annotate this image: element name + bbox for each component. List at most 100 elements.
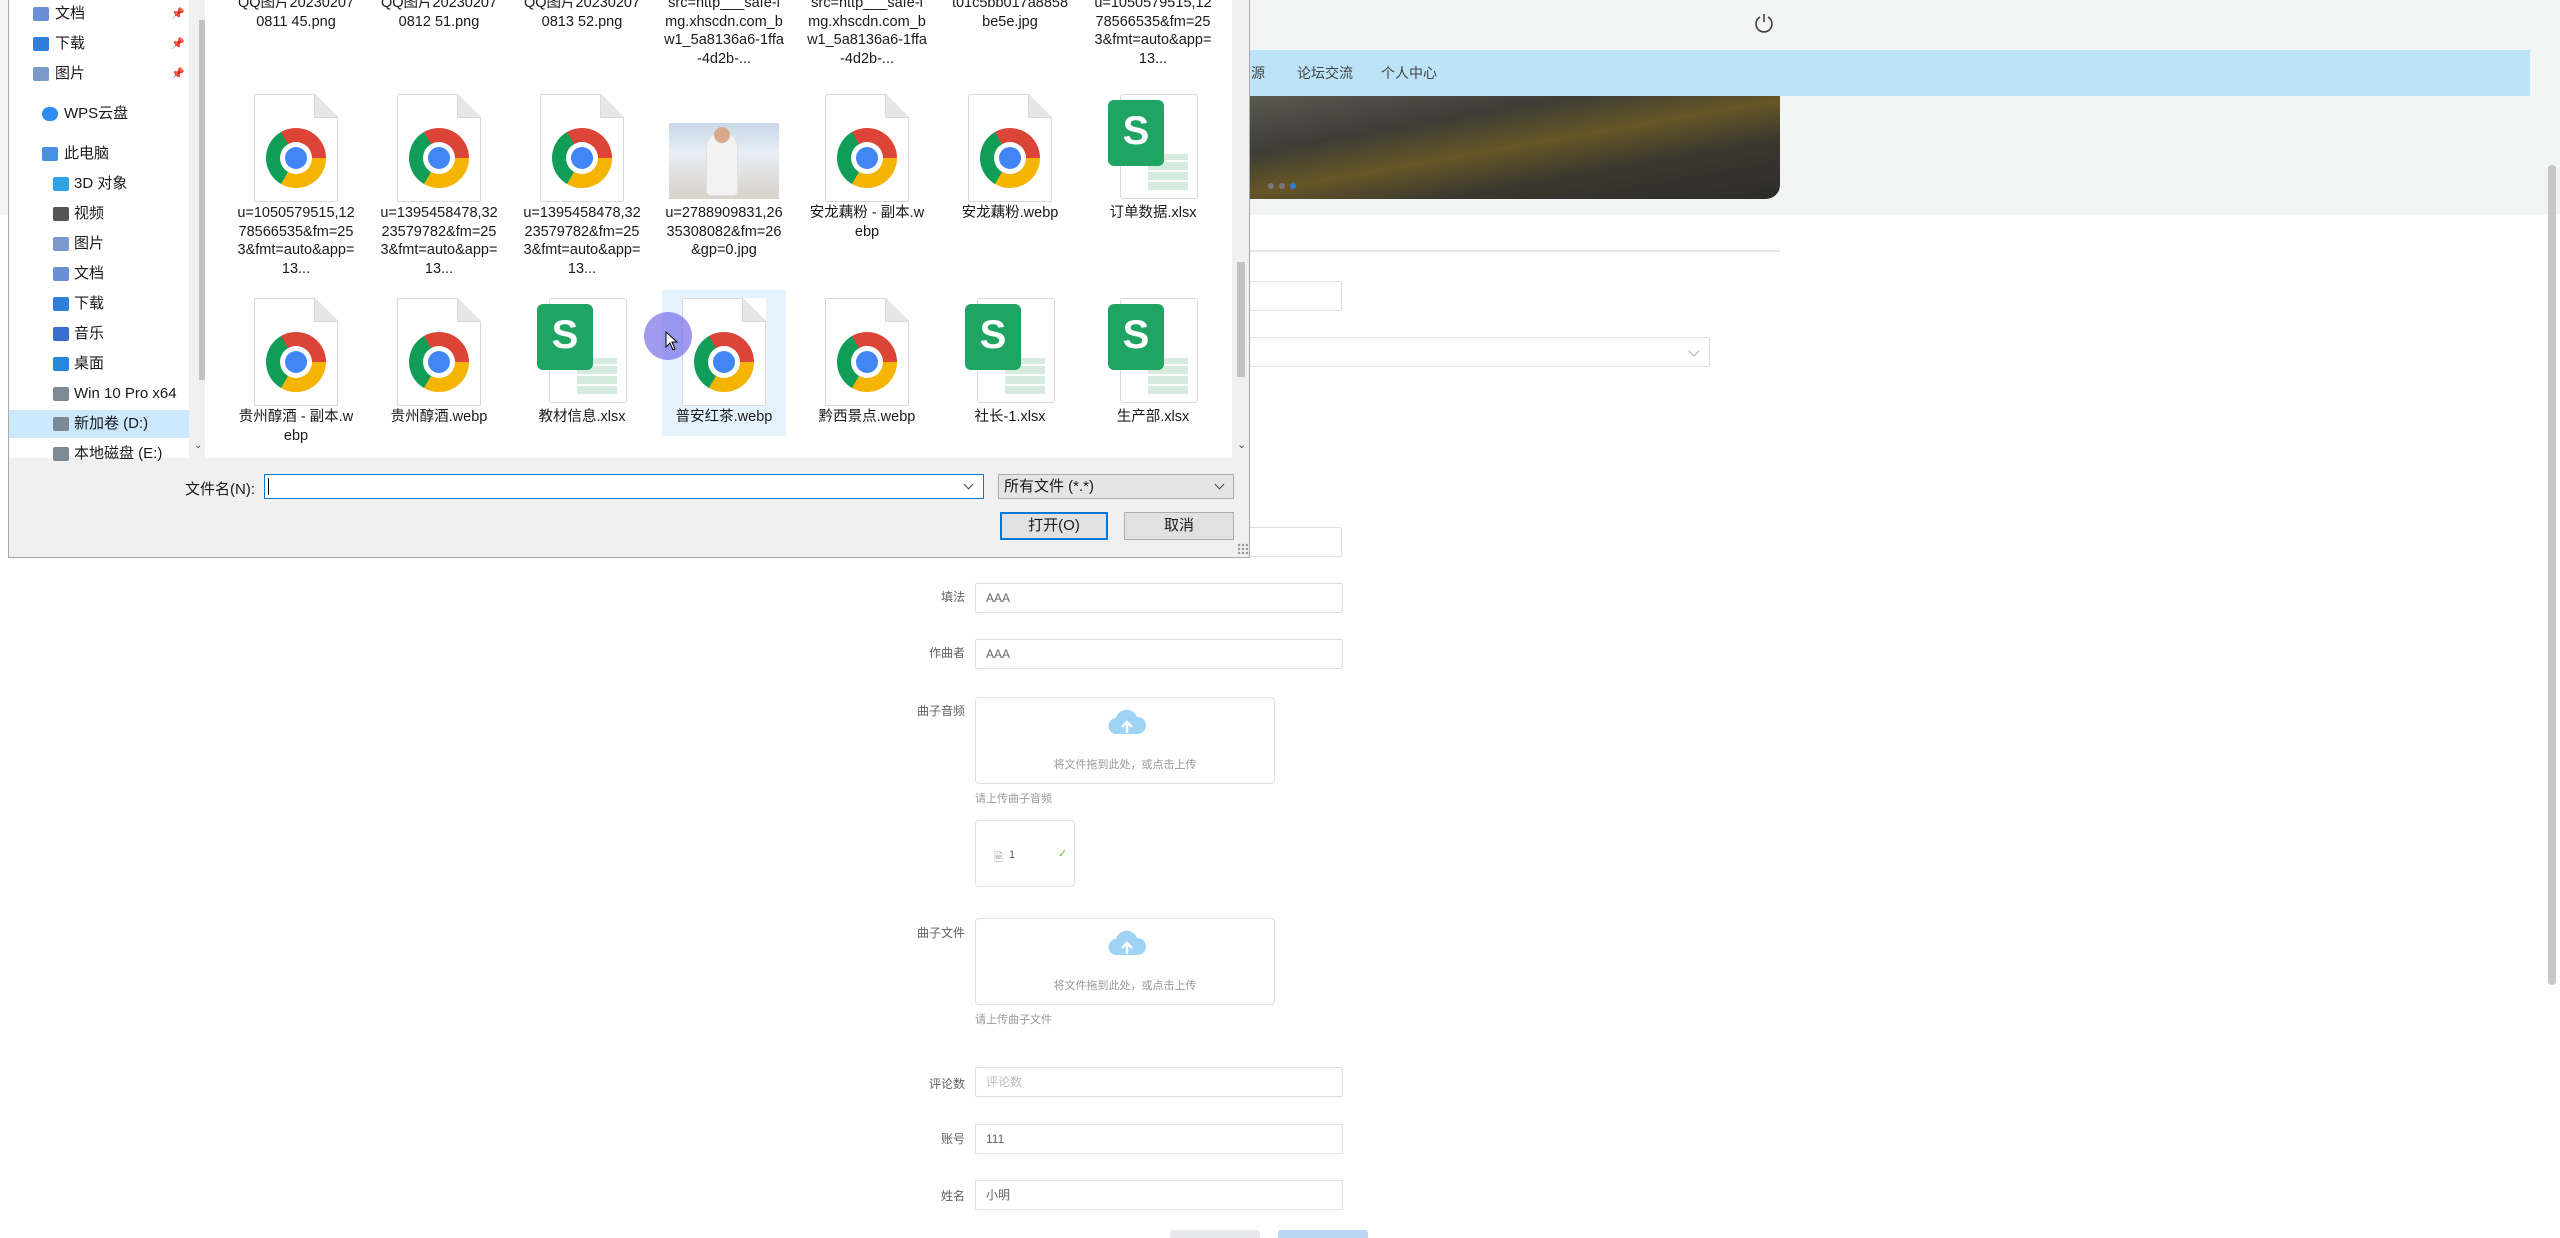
cancel-button[interactable]: 取消 bbox=[1124, 512, 1234, 540]
scroll-down-arrow-icon[interactable]: ⌄ bbox=[194, 440, 202, 451]
nav-item[interactable]: 图片 bbox=[9, 230, 204, 258]
file-list-scroll-thumb[interactable] bbox=[1237, 262, 1245, 377]
drive-icon bbox=[53, 447, 69, 461]
page-fold bbox=[314, 94, 338, 118]
nav-item[interactable]: 新加卷 (D:) bbox=[9, 410, 204, 438]
file-page-icon bbox=[825, 94, 909, 202]
file-upload-tip: 请上传曲子文件 bbox=[975, 1014, 1052, 1026]
resize-grip[interactable] bbox=[1237, 543, 1249, 555]
file-item[interactable]: u=1050579515,1278566535&fm=253&fmt=auto&… bbox=[1091, 0, 1215, 80]
account-input[interactable]: 111 bbox=[975, 1124, 1343, 1154]
file-name: 贵州醇酒.webp bbox=[390, 409, 488, 425]
file-item[interactable]: u=1395458478,3223579782&fm=253&fmt=auto&… bbox=[520, 86, 644, 286]
scroll-down-arrow-icon[interactable]: ⌄ bbox=[1237, 438, 1246, 451]
file-name: t01c5bb017a8858be5e.jpg bbox=[951, 0, 1069, 30]
filename-input[interactable] bbox=[264, 474, 984, 499]
form-input-partial[interactable] bbox=[1240, 527, 1342, 557]
uploaded-file-card[interactable]: 🗎 1 ✓ bbox=[975, 820, 1075, 887]
file-item[interactable]: src=http___safe-img.xhscdn.com_bw1_5a813… bbox=[662, 0, 786, 80]
pin-icon: 📌 bbox=[171, 68, 185, 80]
nav-item[interactable]: 下载 📌 bbox=[9, 30, 204, 58]
name-input[interactable]: 小明 bbox=[975, 1180, 1343, 1210]
file-item[interactable]: u=1050579515,1278566535&fm=253&fmt=auto&… bbox=[234, 86, 358, 286]
form-input-partial[interactable] bbox=[1240, 281, 1342, 311]
nav-item[interactable]: 图片 📌 bbox=[9, 60, 204, 88]
pictures-folder-icon bbox=[33, 67, 49, 81]
file-page-icon bbox=[254, 94, 338, 202]
chrome-icon bbox=[552, 128, 612, 188]
nav-item-resources[interactable]: 源 bbox=[1251, 63, 1265, 83]
open-button[interactable]: 打开(O) bbox=[1000, 512, 1108, 540]
file-name: 普安红茶.webp bbox=[675, 409, 773, 425]
nav-item[interactable]: WPS云盘 bbox=[9, 100, 204, 128]
pin-icon: 📌 bbox=[171, 38, 185, 50]
file-item[interactable]: 安龙藕粉.webp bbox=[948, 86, 1072, 286]
file-item[interactable]: S 教材信息.xlsx bbox=[520, 290, 644, 436]
file-item[interactable]: 普安红茶.webp bbox=[662, 290, 786, 436]
power-icon[interactable] bbox=[1753, 12, 1775, 34]
thumbnail-head bbox=[714, 127, 730, 143]
chrome-icon bbox=[266, 128, 326, 188]
carousel-dot[interactable] bbox=[1279, 183, 1285, 189]
file-item[interactable]: src=http___safe-img.xhscdn.com_bw1_5a813… bbox=[805, 0, 929, 80]
file-name: u=1395458478,3223579782&fm=253&fmt=auto&… bbox=[380, 205, 498, 277]
nav-item[interactable]: 视频 bbox=[9, 200, 204, 228]
file-item[interactable]: u=2788909831,2635308082&fm=26&gp=0.jpg bbox=[662, 86, 786, 286]
nav-item-forum[interactable]: 论坛交流 bbox=[1297, 63, 1353, 83]
computer-icon bbox=[42, 147, 58, 161]
nav-item[interactable]: 文档 📌 bbox=[9, 0, 204, 28]
reset-button[interactable] bbox=[1170, 1230, 1260, 1238]
carousel-dot-active[interactable] bbox=[1290, 183, 1296, 189]
comments-input[interactable]: 评论数 bbox=[975, 1067, 1343, 1097]
nav-item-label: 音乐 bbox=[74, 325, 105, 342]
file-name: src=http___safe-img.xhscdn.com_bw1_5a813… bbox=[807, 0, 927, 67]
file-item[interactable]: 黔西景点.webp bbox=[805, 290, 929, 436]
nav-item[interactable]: Win 10 Pro x64 bbox=[9, 380, 204, 408]
file-list-scrollbar[interactable] bbox=[1232, 0, 1249, 458]
file-item[interactable]: QQ图片202302070811 45.png bbox=[234, 0, 358, 80]
wps-sheet-badge: S bbox=[1108, 100, 1164, 166]
file-upload-dropzone[interactable]: 将文件拖到此处，或点击上传 bbox=[975, 918, 1275, 1005]
nav-item[interactable]: 音乐 bbox=[9, 320, 204, 348]
music-folder-icon bbox=[53, 327, 69, 341]
file-name: u=1050579515,1278566535&fm=253&fmt=auto&… bbox=[1094, 0, 1212, 67]
wps-sheet-badge: S bbox=[965, 304, 1021, 370]
banner-carousel-image[interactable] bbox=[1240, 96, 1780, 199]
nav-item[interactable]: 此电脑 bbox=[9, 140, 204, 168]
carousel-dot[interactable] bbox=[1268, 183, 1274, 189]
page-fold bbox=[314, 298, 338, 322]
file-type-select[interactable]: 所有文件 (*.*) bbox=[998, 474, 1234, 499]
file-item[interactable]: S 订单数据.xlsx bbox=[1091, 86, 1215, 286]
page-scrollbar[interactable] bbox=[2548, 165, 2556, 985]
text-caret bbox=[268, 478, 269, 495]
uploaded-file-name: 1 bbox=[1009, 849, 1016, 861]
nav-item[interactable]: 本地磁盘 (E:) bbox=[9, 440, 204, 468]
nav-item[interactable]: 桌面 bbox=[9, 350, 204, 378]
file-name: QQ图片202302070813 52.png bbox=[523, 0, 641, 30]
file-item[interactable]: 安龙藕粉 - 副本.webp bbox=[805, 86, 929, 286]
nav-item[interactable]: 文档 bbox=[9, 260, 204, 288]
submit-button[interactable] bbox=[1278, 1230, 1368, 1238]
composer-input[interactable]: AAA bbox=[975, 639, 1343, 669]
file-item[interactable]: 贵州醇酒 - 副本.webp bbox=[234, 290, 358, 444]
file-page-icon bbox=[968, 94, 1052, 202]
file-item[interactable]: S 生产部.xlsx bbox=[1091, 290, 1215, 436]
file-item[interactable]: u=1395458478,3223579782&fm=253&fmt=auto&… bbox=[377, 86, 501, 286]
file-item[interactable]: 贵州醇酒.webp bbox=[377, 290, 501, 436]
nav-item[interactable]: 下载 bbox=[9, 290, 204, 318]
file-item[interactable]: S 社长-1.xlsx bbox=[948, 290, 1072, 436]
nav-item[interactable]: 3D 对象 bbox=[9, 170, 204, 198]
file-item[interactable]: t01c5bb017a8858be5e.jpg bbox=[948, 0, 1072, 80]
nav-item-profile[interactable]: 个人中心 bbox=[1381, 63, 1437, 83]
lyricist-input[interactable]: AAA bbox=[975, 583, 1343, 613]
document-folder-icon bbox=[53, 267, 69, 281]
nav-item-label: 视频 bbox=[74, 205, 105, 222]
form-select-partial[interactable] bbox=[1240, 337, 1710, 367]
file-name: QQ图片202302070811 45.png bbox=[237, 0, 355, 30]
drive-icon bbox=[53, 417, 69, 431]
file-item[interactable]: QQ图片202302070813 52.png bbox=[520, 0, 644, 80]
audio-upload-dropzone[interactable]: 将文件拖到此处，或点击上传 bbox=[975, 697, 1275, 784]
chrome-icon bbox=[837, 332, 897, 392]
file-item[interactable]: QQ图片202302070812 51.png bbox=[377, 0, 501, 80]
chrome-icon bbox=[266, 332, 326, 392]
